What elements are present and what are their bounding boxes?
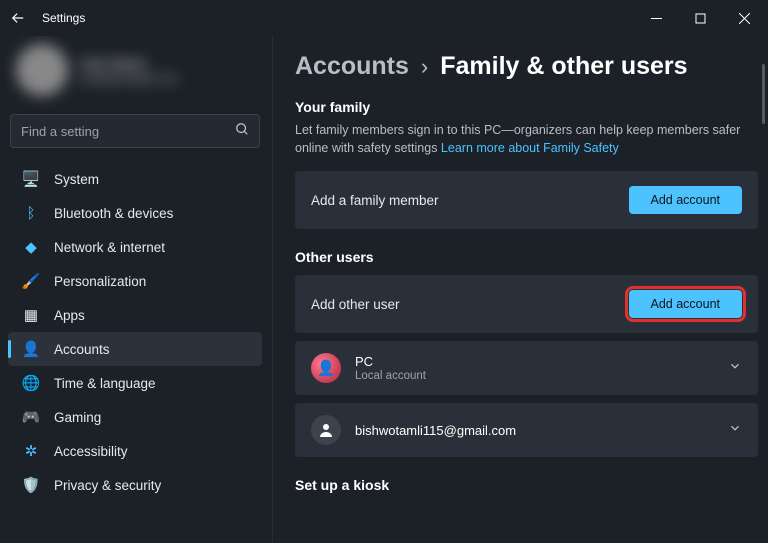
user-entry[interactable]: bishwotamli115@gmail.com [295, 403, 758, 457]
nav-label: Privacy & security [54, 478, 161, 493]
breadcrumb-current: Family & other users [440, 52, 687, 81]
window-title: Settings [42, 11, 85, 25]
nav-bluetooth[interactable]: ᛒ Bluetooth & devices [8, 196, 262, 230]
scrollbar[interactable] [762, 64, 765, 124]
wifi-icon: ◆ [22, 238, 40, 256]
nav-label: Time & language [54, 376, 156, 391]
chevron-down-icon [728, 359, 742, 378]
family-safety-link[interactable]: Learn more about Family Safety [441, 141, 619, 155]
shield-icon: 🛡️ [22, 476, 40, 494]
nav-label: Accessibility [54, 444, 128, 459]
breadcrumb: Accounts › Family & other users [295, 52, 758, 81]
breadcrumb-parent[interactable]: Accounts [295, 52, 409, 81]
main-content: Accounts › Family & other users Your fam… [272, 36, 768, 543]
user-avatar-icon [311, 415, 341, 445]
nav-label: Bluetooth & devices [54, 206, 173, 221]
chevron-right-icon: › [421, 54, 428, 80]
nav-label: Gaming [54, 410, 101, 425]
family-section: Your family Let family members sign in t… [295, 99, 758, 229]
nav-apps[interactable]: ▦ Apps [8, 298, 262, 332]
nav-label: Accounts [54, 342, 110, 357]
close-button[interactable] [722, 3, 766, 33]
nav-label: Apps [54, 308, 85, 323]
search-icon [235, 122, 249, 141]
nav-list: 🖥️ System ᛒ Bluetooth & devices ◆ Network &… [8, 162, 262, 502]
nav-accounts[interactable]: 👤 Accounts [8, 332, 262, 366]
nav-personalization[interactable]: 🖌️ Personalization [8, 264, 262, 298]
kiosk-heading: Set up a kiosk [295, 477, 758, 493]
profile-name: User Name [80, 56, 178, 71]
user-entry[interactable]: 👤 PC Local account [295, 341, 758, 395]
nav-label: Network & internet [54, 240, 165, 255]
other-users-section: Other users Add other user Add account 👤… [295, 249, 758, 457]
add-family-account-button[interactable]: Add account [629, 186, 743, 214]
user-subtext: Local account [355, 370, 728, 382]
brush-icon: 🖌️ [22, 272, 40, 290]
bluetooth-icon: ᛒ [22, 204, 40, 222]
minimize-button[interactable] [634, 3, 678, 33]
family-description: Let family members sign in to this PC—or… [295, 121, 749, 157]
nav-system[interactable]: 🖥️ System [8, 162, 262, 196]
maximize-button[interactable] [678, 3, 722, 33]
avatar [16, 44, 68, 96]
family-heading: Your family [295, 99, 758, 115]
nav-gaming[interactable]: 🎮 Gaming [8, 400, 262, 434]
search-input[interactable] [21, 124, 235, 139]
user-name: PC [355, 354, 728, 369]
search-box[interactable] [10, 114, 260, 148]
apps-icon: ▦ [22, 306, 40, 324]
user-avatar-icon: 👤 [311, 353, 341, 383]
profile-block[interactable]: User Name user@example.com [8, 36, 262, 110]
globe-icon: 🌐 [22, 374, 40, 392]
add-other-account-button[interactable]: Add account [629, 290, 743, 318]
titlebar: Settings [0, 0, 768, 36]
display-icon: 🖥️ [22, 170, 40, 188]
other-add-card: Add other user Add account [295, 275, 758, 333]
kiosk-section: Set up a kiosk [295, 477, 758, 493]
nav-privacy[interactable]: 🛡️ Privacy & security [8, 468, 262, 502]
sidebar: User Name user@example.com 🖥️ System ᛒ Blu… [0, 36, 272, 543]
back-button[interactable] [8, 8, 28, 28]
gamepad-icon: 🎮 [22, 408, 40, 426]
nav-network[interactable]: ◆ Network & internet [8, 230, 262, 264]
accessibility-icon: ✲ [22, 442, 40, 460]
nav-time[interactable]: 🌐 Time & language [8, 366, 262, 400]
add-other-user-label: Add other user [311, 297, 629, 312]
chevron-down-icon [728, 421, 742, 440]
nav-accessibility[interactable]: ✲ Accessibility [8, 434, 262, 468]
add-family-label: Add a family member [311, 193, 629, 208]
nav-label: System [54, 172, 99, 187]
person-icon: 👤 [22, 340, 40, 358]
user-name: bishwotamli115@gmail.com [355, 423, 728, 438]
family-add-card: Add a family member Add account [295, 171, 758, 229]
other-users-heading: Other users [295, 249, 758, 265]
profile-email: user@example.com [80, 73, 178, 85]
nav-label: Personalization [54, 274, 146, 289]
